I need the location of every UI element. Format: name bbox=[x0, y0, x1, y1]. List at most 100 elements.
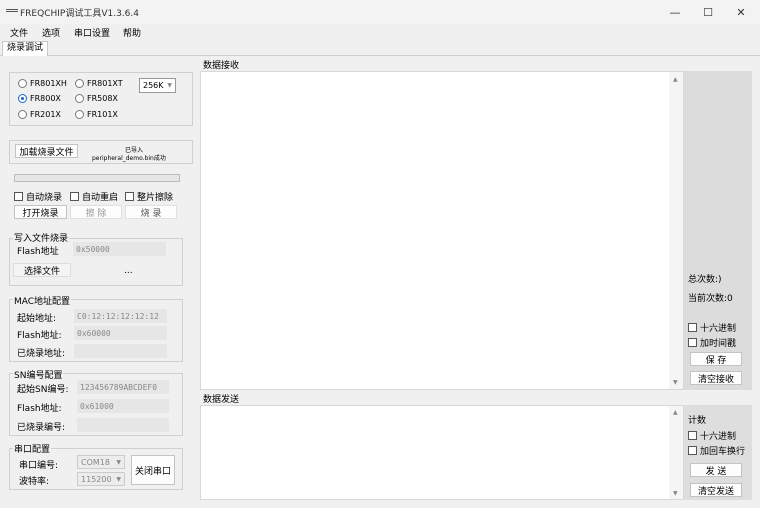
radio-dot-selected bbox=[18, 94, 27, 103]
radio-dot bbox=[75, 110, 84, 119]
tab-burn-debug[interactable]: 烧录调试 bbox=[2, 41, 49, 56]
port-value: COM18 bbox=[81, 457, 110, 467]
scroll-up-icon[interactable]: ▲ bbox=[673, 76, 678, 83]
scroll-down-icon[interactable]: ▼ bbox=[673, 379, 678, 386]
radio-fr101x[interactable]: FR101X bbox=[75, 110, 118, 119]
chevron-down-icon: ▼ bbox=[116, 475, 121, 483]
close-button[interactable]: ✕ bbox=[724, 0, 758, 24]
radio-label: FR101X bbox=[87, 110, 118, 119]
mac-burned-field[interactable] bbox=[74, 344, 167, 358]
chevron-down-icon: ▼ bbox=[167, 82, 172, 89]
checkbox-box bbox=[14, 192, 23, 201]
radio-fr201x[interactable]: FR201X bbox=[18, 110, 61, 119]
load-status-line2: peripheral_demo.bin成功 bbox=[92, 155, 166, 162]
sn-title: SN编号配置 bbox=[13, 368, 64, 381]
radio-dot bbox=[18, 79, 27, 88]
sn-burned-field[interactable] bbox=[77, 418, 169, 432]
menu-bar bbox=[0, 24, 760, 41]
timestamp-checkbox[interactable]: 加时间戳 bbox=[688, 336, 736, 349]
menu-help[interactable]: 帮助 bbox=[123, 26, 141, 39]
scroll-down-icon[interactable]: ▼ bbox=[673, 490, 678, 497]
baud-select[interactable]: 115200 ▼ bbox=[77, 472, 125, 486]
count-label: 计数 bbox=[688, 416, 707, 426]
checkbox-box bbox=[70, 192, 79, 201]
chevron-down-icon: ▼ bbox=[116, 458, 121, 466]
baud-label: 波特率: bbox=[19, 477, 50, 487]
write-flash-label: Flash地址 bbox=[17, 247, 59, 257]
load-file-button[interactable]: 加载烧录文件 bbox=[15, 144, 78, 158]
checkbox-label: 整片擦除 bbox=[137, 193, 174, 203]
mac-title: MAC地址配置 bbox=[13, 294, 72, 307]
burn-button[interactable]: 烧 录 bbox=[125, 205, 177, 219]
full-erase-checkbox[interactable]: 整片擦除 bbox=[125, 190, 173, 203]
checkbox-label: 加时间戳 bbox=[700, 339, 737, 349]
sn-start-field[interactable]: 123456789ABCDEF0 bbox=[77, 380, 169, 394]
mac-start-label: 起始地址: bbox=[17, 314, 57, 324]
radio-fr801xh[interactable]: FR801XH bbox=[18, 79, 67, 88]
receive-title: 数据接收 bbox=[202, 58, 241, 71]
flash-size-select[interactable]: 256K ▼ bbox=[139, 78, 176, 93]
baud-value: 115200 bbox=[81, 474, 112, 484]
write-file-title: 写入文件烧录 bbox=[13, 231, 70, 244]
mac-start-field[interactable]: C0:12:12:12:12:12 bbox=[74, 309, 167, 323]
sn-flash-field[interactable]: 0x61000 bbox=[77, 399, 169, 413]
radio-label: FR508X bbox=[87, 94, 118, 103]
clear-receive-button[interactable]: 清空接收 bbox=[690, 371, 742, 385]
maximize-button[interactable]: ☐ bbox=[691, 0, 725, 24]
radio-fr801xt[interactable]: FR801XT bbox=[75, 79, 123, 88]
app-icon bbox=[6, 9, 18, 12]
radio-dot bbox=[18, 110, 27, 119]
menu-file[interactable]: 文件 bbox=[10, 26, 28, 39]
auto-burn-checkbox[interactable]: 自动烧录 bbox=[14, 190, 62, 203]
minimize-button[interactable]: — bbox=[658, 0, 692, 24]
progress-bar bbox=[14, 174, 180, 182]
save-button[interactable]: 保 存 bbox=[690, 352, 742, 366]
radio-dot bbox=[75, 94, 84, 103]
checkbox-label: 自动重启 bbox=[82, 193, 119, 203]
radio-dot bbox=[75, 79, 84, 88]
window-title: FREQCHIP调试工具V1.3.6.4 bbox=[20, 9, 139, 19]
checkbox-box bbox=[125, 192, 134, 201]
radio-label: FR201X bbox=[30, 110, 61, 119]
checkbox-box bbox=[688, 431, 697, 440]
checkbox-box bbox=[688, 323, 697, 332]
send-button[interactable]: 发 送 bbox=[690, 463, 742, 477]
sn-flash-label: Flash地址: bbox=[17, 404, 62, 414]
menu-serial-settings[interactable]: 串口设置 bbox=[74, 26, 110, 39]
checkbox-label: 十六进制 bbox=[700, 432, 737, 442]
radio-label: FR801XT bbox=[87, 79, 123, 88]
send-scrollbar[interactable] bbox=[669, 406, 683, 499]
crlf-checkbox[interactable]: 加回车换行 bbox=[688, 444, 745, 457]
checkbox-box bbox=[688, 446, 697, 455]
radio-fr800x[interactable]: FR800X bbox=[18, 94, 61, 103]
write-flash-field[interactable]: 0x50000 bbox=[73, 242, 166, 256]
select-file-button[interactable]: 选择文件 bbox=[13, 263, 71, 277]
open-burn-button[interactable]: 打开烧录 bbox=[14, 205, 67, 219]
mac-flash-label: Flash地址: bbox=[17, 331, 62, 341]
menu-options[interactable]: 选项 bbox=[42, 26, 60, 39]
close-port-button[interactable]: 关闭串口 bbox=[131, 455, 175, 485]
receive-textarea[interactable] bbox=[200, 71, 684, 390]
tab-bar bbox=[0, 41, 760, 56]
port-select[interactable]: COM18 ▼ bbox=[77, 455, 125, 469]
receive-hex-checkbox[interactable]: 十六进制 bbox=[688, 321, 736, 334]
auto-restart-checkbox[interactable]: 自动重启 bbox=[70, 190, 118, 203]
sn-burned-label: 已烧录编号: bbox=[17, 423, 66, 433]
checkbox-box bbox=[688, 338, 697, 347]
send-textarea[interactable] bbox=[200, 405, 684, 500]
send-title: 数据发送 bbox=[202, 392, 241, 405]
file-path-text: ... bbox=[124, 266, 133, 276]
current-count-label: 当前次数:0 bbox=[688, 294, 733, 304]
erase-button[interactable]: 擦 除 bbox=[70, 205, 122, 219]
receive-scrollbar[interactable] bbox=[669, 72, 683, 389]
checkbox-label: 加回车换行 bbox=[700, 447, 746, 457]
send-hex-checkbox[interactable]: 十六进制 bbox=[688, 429, 736, 442]
mac-burned-label: 已烧录地址: bbox=[17, 349, 66, 359]
checkbox-label: 十六进制 bbox=[700, 324, 737, 334]
port-label: 串口编号: bbox=[19, 461, 59, 471]
clear-send-button[interactable]: 清空发送 bbox=[690, 483, 742, 497]
scroll-up-icon[interactable]: ▲ bbox=[673, 409, 678, 416]
radio-label: FR801XH bbox=[30, 79, 67, 88]
mac-flash-field[interactable]: 0x60000 bbox=[74, 326, 167, 340]
radio-fr508x[interactable]: FR508X bbox=[75, 94, 118, 103]
